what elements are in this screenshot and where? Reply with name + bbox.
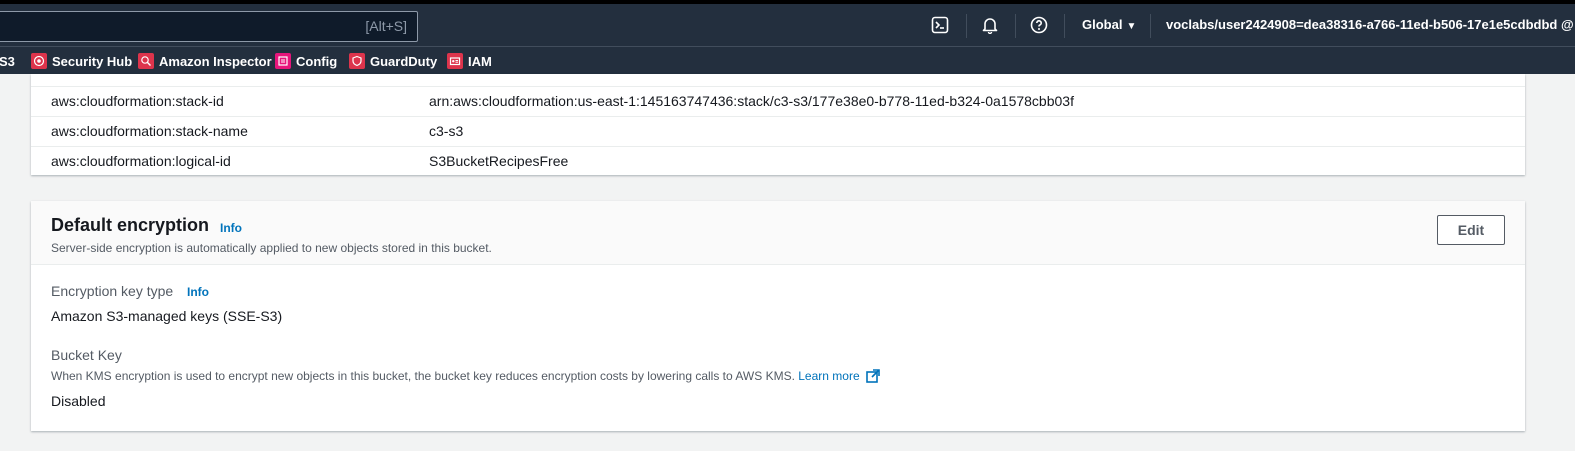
favorites-bar: S3 Security Hub Amazon Inspector Config … (0, 46, 1575, 74)
tag-key: aws:cloudformation:stack-name (51, 123, 248, 139)
cloudshell-icon[interactable] (930, 15, 950, 35)
bucket-key-description: When KMS encryption is used to encrypt n… (51, 369, 880, 383)
iam-icon (447, 53, 463, 69)
encryption-key-type-value: Amazon S3-managed keys (SSE-S3) (51, 308, 283, 324)
favorite-guardduty[interactable]: GuardDuty (349, 52, 437, 70)
external-link-icon (866, 369, 880, 383)
bucket-key-description-text: When KMS encryption is used to encrypt n… (51, 369, 795, 383)
tag-key: aws:cloudformation:stack-id (51, 93, 224, 109)
caret-down-icon: ▼ (1126, 21, 1137, 32)
panel-title: Default encryption (51, 215, 210, 235)
table-row: aws:cloudformation:stack-id arn:aws:clou… (31, 86, 1525, 116)
tag-value: c3-s3 (429, 123, 464, 139)
tag-value: S3BucketRecipesFree (429, 153, 569, 169)
help-icon[interactable] (1029, 15, 1049, 35)
learn-more-link[interactable]: Learn more (798, 369, 880, 383)
guardduty-icon (349, 53, 365, 69)
tag-key: aws:cloudformation:logical-id (51, 153, 231, 169)
config-icon (275, 53, 291, 69)
top-navigation-bar: [Alt+S] Global ▼ voclabs/user2424908=dea3… (0, 0, 1575, 46)
search-shortcut-hint: [Alt+S] (365, 18, 407, 34)
bucket-key-label: Bucket Key (51, 347, 122, 363)
panel-header: Default encryption Info Server-side encr… (31, 201, 1525, 265)
divider (966, 14, 967, 38)
favorite-s3[interactable]: S3 (0, 52, 15, 70)
default-encryption-panel: Default encryption Info Server-side encr… (31, 201, 1525, 431)
tag-value: arn:aws:cloudformation:us-east-1:1451637… (429, 93, 1074, 109)
region-selector[interactable]: Global ▼ (1082, 17, 1136, 32)
region-label: Global (1082, 17, 1123, 32)
favorite-label: Config (296, 53, 338, 69)
divider (1150, 14, 1151, 38)
info-link[interactable]: Info (187, 285, 209, 299)
favorite-label: Security Hub (52, 53, 133, 69)
info-link[interactable]: Info (220, 221, 242, 235)
edit-button[interactable]: Edit (1437, 215, 1505, 245)
security-hub-icon (31, 53, 47, 69)
learn-more-label: Learn more (798, 369, 860, 383)
favorite-label: Amazon Inspector (159, 53, 272, 69)
favorite-iam[interactable]: IAM (447, 52, 492, 70)
bucket-key-value: Disabled (51, 393, 106, 409)
encryption-key-type-label: Encryption key type (51, 283, 174, 299)
account-menu[interactable]: voclabs/user2424908=dea38316-a766-11ed-b… (1166, 17, 1575, 32)
table-row: aws:cloudformation:stack-name c3-s3 (31, 116, 1525, 146)
divider (1015, 14, 1016, 38)
inspector-icon (138, 53, 154, 69)
tags-table: aws:cloudformation:stack-id arn:aws:clou… (31, 74, 1525, 175)
search-input[interactable]: [Alt+S] (0, 11, 418, 42)
panel-description: Server-side encryption is automatically … (51, 241, 492, 255)
favorite-security-hub[interactable]: Security Hub (31, 52, 132, 70)
favorite-amazon-inspector[interactable]: Amazon Inspector (138, 52, 272, 70)
table-row: aws:cloudformation:logical-id S3BucketRe… (31, 146, 1525, 176)
favorite-config[interactable]: Config (275, 52, 337, 70)
scrollbar[interactable] (1558, 74, 1575, 451)
favorite-label: IAM (468, 53, 492, 69)
divider (1064, 14, 1065, 38)
favorite-label: GuardDuty (370, 53, 438, 69)
bell-icon[interactable] (980, 15, 1000, 35)
favorite-label: S3 (0, 53, 15, 69)
